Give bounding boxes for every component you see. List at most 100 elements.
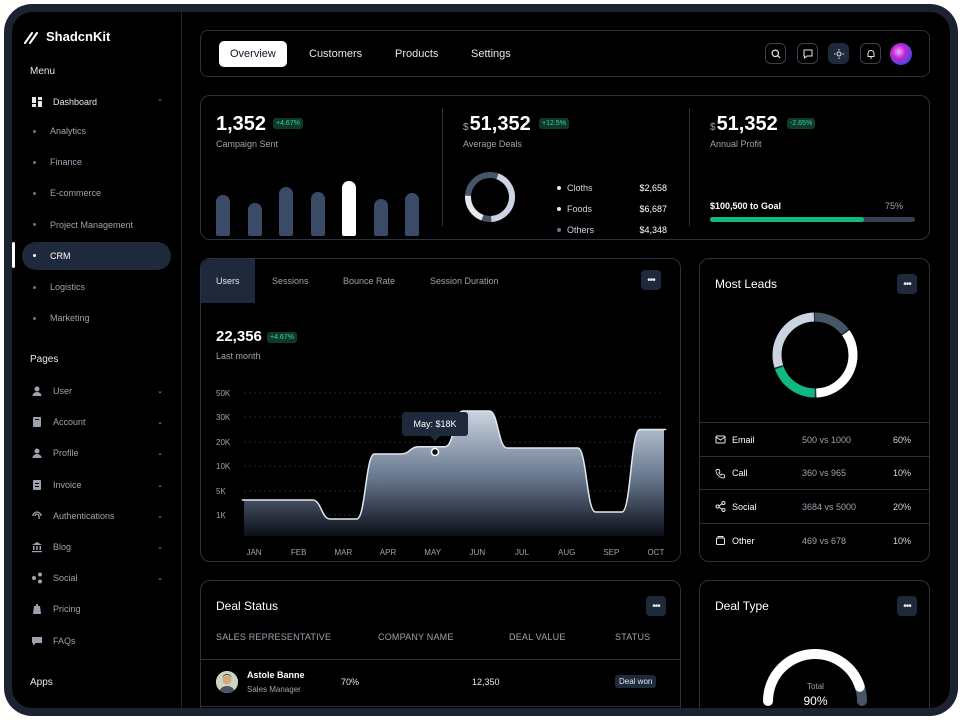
chevron-down-icon: ⌄ bbox=[157, 388, 163, 395]
tooltip-marker[interactable] bbox=[430, 447, 440, 457]
goal-percent: 75% bbox=[885, 201, 904, 211]
lead-channel: Call bbox=[715, 468, 748, 479]
search-button[interactable] bbox=[765, 43, 786, 64]
status-badge: Deal won bbox=[615, 675, 657, 688]
notifications-button[interactable] bbox=[860, 43, 881, 64]
sidebar-item-label: Blog bbox=[53, 542, 72, 552]
sidebar-item-invoice[interactable]: Invoice ⌄ bbox=[22, 471, 171, 499]
device-frame: ShadcnKit Menu Dashboard ⌃ Analytics Fina… bbox=[4, 4, 958, 716]
bullet-icon bbox=[33, 191, 36, 195]
more-options-button[interactable]: ••• bbox=[897, 274, 917, 294]
campaign-bar bbox=[247, 203, 262, 236]
sidebar-item-label: Authentications bbox=[53, 510, 115, 521]
stats-card: 1,352 +4.67% Campaign Sent $51,352 +12.5… bbox=[200, 95, 930, 240]
column-header[interactable]: COMPANY NAME bbox=[378, 632, 454, 642]
sidebar-item-user[interactable]: User ⌄ bbox=[22, 377, 171, 405]
sidebar-item-pricing[interactable]: Pricing bbox=[22, 595, 171, 623]
account-icon bbox=[31, 416, 43, 428]
goal-progress-fill bbox=[710, 217, 864, 222]
sidebar-item-project-management[interactable]: Project Management bbox=[22, 211, 171, 239]
column-header[interactable]: DEAL VALUE bbox=[509, 632, 566, 642]
sidebar-item-authentications[interactable]: Authentications ⌄ bbox=[22, 502, 171, 530]
share-icon bbox=[715, 501, 726, 513]
sidebar-item-logistics[interactable]: Logistics bbox=[22, 273, 171, 301]
tab-session-duration[interactable]: Session Duration bbox=[415, 259, 514, 303]
y-tick-label: 1K bbox=[216, 511, 226, 520]
messages-button[interactable] bbox=[797, 43, 818, 64]
sidebar-item-analytics[interactable]: Analytics bbox=[22, 117, 171, 145]
sidebar-item-faqs[interactable]: FAQs bbox=[22, 627, 171, 655]
sidebar-item-label: CRM bbox=[50, 250, 71, 261]
deal-status-card: Deal Status ••• SALES REPRESENTATIVE COM… bbox=[200, 580, 681, 708]
users-area-chart: 50K 30K 20K 10K 5K 1K JAN FEB MAR APR MAY JUN JUL AUG… bbox=[216, 389, 667, 557]
company-cell: 70% bbox=[341, 677, 360, 687]
deals-label: Average Deals bbox=[463, 139, 522, 149]
divider bbox=[689, 108, 690, 226]
bank-icon bbox=[31, 541, 43, 553]
more-options-button[interactable]: ••• bbox=[897, 596, 917, 616]
column-header[interactable]: STATUS bbox=[615, 632, 650, 642]
bullet-icon bbox=[33, 223, 36, 227]
deal-type-title: Deal Type bbox=[715, 599, 769, 613]
deals-donut-chart bbox=[465, 172, 515, 222]
chevron-down-icon: ⌄ bbox=[157, 512, 163, 520]
share-icon bbox=[31, 572, 43, 584]
sidebar-item-finance[interactable]: Finance bbox=[22, 148, 171, 176]
lead-percent: 10% bbox=[892, 468, 911, 479]
theme-toggle-button[interactable] bbox=[828, 43, 849, 64]
more-options-button[interactable]: ••• bbox=[646, 596, 666, 616]
avatar bbox=[216, 671, 238, 693]
sidebar-item-label: User bbox=[53, 386, 73, 396]
logo[interactable]: ShadcnKit bbox=[24, 29, 110, 44]
y-tick-label: 50K bbox=[216, 389, 231, 398]
sidebar-item-profile[interactable]: Profile ⌄ bbox=[22, 439, 171, 467]
tab-products[interactable]: Products bbox=[384, 41, 449, 67]
mail-icon bbox=[715, 435, 726, 444]
lead-channel: Email bbox=[715, 434, 755, 445]
phone-icon bbox=[715, 468, 725, 479]
user-icon bbox=[31, 385, 43, 397]
lead-compare: 3684 vs 5000 bbox=[802, 501, 857, 512]
sidebar-item-account[interactable]: Account ⌄ bbox=[22, 408, 171, 436]
column-header[interactable]: SALES REPRESENTATIVE bbox=[216, 632, 331, 642]
sidebar-item-blog[interactable]: Blog ⌄ bbox=[22, 533, 171, 561]
sidebar-item-label: Project Management bbox=[50, 219, 134, 230]
users-change-badge: +4.67% bbox=[267, 332, 297, 343]
sidebar-item-dashboard[interactable]: Dashboard ⌃ bbox=[22, 88, 171, 116]
sidebar-item-e-commerce[interactable]: E-commerce bbox=[22, 179, 171, 207]
users-period: Last month bbox=[216, 351, 261, 361]
lead-row-social[interactable]: Social 3684 vs 5000 20% bbox=[700, 489, 929, 523]
active-indicator bbox=[12, 242, 15, 268]
tab-settings[interactable]: Settings bbox=[460, 41, 522, 67]
divider bbox=[442, 108, 443, 226]
tab-bounce-rate[interactable]: Bounce Rate bbox=[328, 259, 410, 303]
users-value: 22,356 bbox=[216, 328, 262, 345]
sidebar-item-label: Analytics bbox=[50, 126, 87, 136]
sidebar-item-label: Account bbox=[53, 417, 86, 428]
sidebar-item-marketing[interactable]: Marketing bbox=[22, 304, 171, 332]
lead-channel: Social bbox=[715, 501, 757, 513]
tab-customers[interactable]: Customers bbox=[298, 41, 373, 67]
bullet-icon bbox=[33, 285, 36, 289]
user-avatar[interactable] bbox=[890, 43, 912, 65]
sidebar-item-crm[interactable]: CRM bbox=[22, 241, 171, 270]
x-tick-label: AUG bbox=[558, 548, 575, 557]
more-options-button[interactable]: ••• bbox=[641, 270, 661, 290]
sidebar: ShadcnKit Menu Dashboard ⌃ Analytics Fina… bbox=[12, 12, 182, 708]
tab-users[interactable]: Users bbox=[201, 259, 255, 303]
lead-row-email[interactable]: Email 500 vs 1000 60% bbox=[700, 422, 929, 456]
top-navigation: Overview Customers Products Settings bbox=[200, 30, 930, 77]
tab-sessions[interactable]: Sessions bbox=[257, 259, 324, 303]
y-tick-label: 5K bbox=[216, 487, 226, 496]
bullet-icon bbox=[33, 254, 36, 258]
invoice-icon bbox=[31, 479, 43, 491]
chevron-down-icon: ⌄ bbox=[157, 419, 163, 427]
sidebar-item-social[interactable]: Social ⌄ bbox=[22, 564, 171, 592]
tab-overview[interactable]: Overview bbox=[219, 41, 287, 67]
lead-row-call[interactable]: Call 360 vs 965 10% bbox=[700, 455, 929, 490]
lead-row-other[interactable]: Other 469 vs 678 10% bbox=[700, 523, 929, 557]
fingerprint-icon bbox=[31, 510, 43, 522]
x-tick-label: APR bbox=[380, 548, 397, 557]
campaign-bar bbox=[373, 198, 388, 236]
lead-channel: Other bbox=[715, 535, 755, 546]
